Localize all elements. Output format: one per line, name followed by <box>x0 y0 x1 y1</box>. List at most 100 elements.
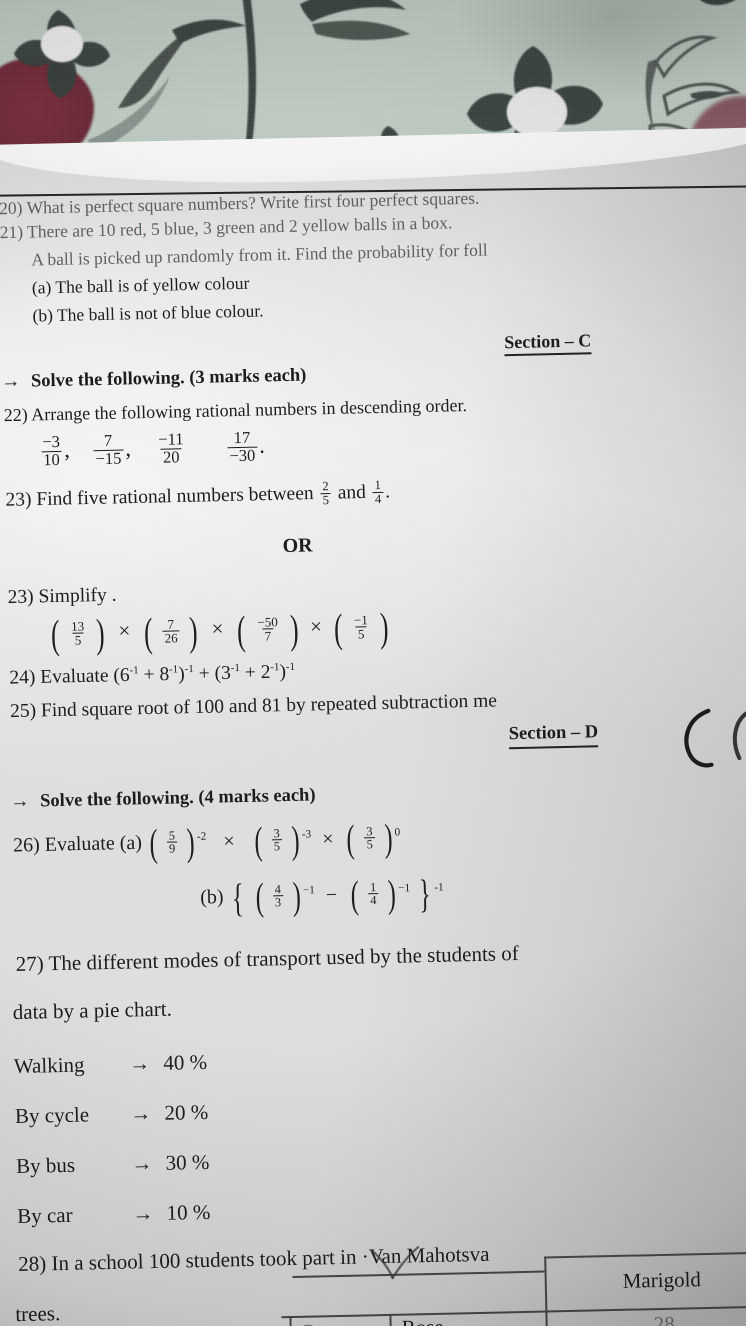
q26a-term-2: 3 5 <box>271 826 283 854</box>
transport-row-walking: Walking → 40 % <box>13 1050 208 1079</box>
paren-open-1: ( <box>50 611 61 657</box>
transport-label-bus: By bus <box>15 1152 76 1179</box>
transport-label-cycle: By cycle <box>14 1102 90 1129</box>
q27-number: 27) <box>15 951 44 977</box>
fraction-3: −11 20 <box>156 429 186 466</box>
transport-value-car: 10 % <box>166 1199 211 1225</box>
transport-row-bus: By bus → 30 % <box>15 1150 210 1179</box>
question-23: 23) Find five rational numbers between 2… <box>5 477 390 515</box>
q24-exp-4: -1 <box>230 662 240 675</box>
term-3: −50 7 <box>255 614 280 644</box>
q26b-paren-open-2: ( <box>350 873 360 917</box>
handwritten-pen-mark <box>684 708 746 768</box>
paren-open-3: ( <box>236 607 247 653</box>
q24-exp-3: -1 <box>184 663 194 676</box>
q26b-paren-close-1: ) <box>291 874 301 918</box>
fraction-3-numerator: −11 <box>158 429 184 449</box>
q26a-term-1-denominator: 9 <box>166 841 178 857</box>
q23-alt-expression: ( 13 5 ) × ( 7 26 ) × ( −50 7 ) × ( −1 5… <box>48 604 391 657</box>
fraction-2: 7 −15 <box>93 430 124 468</box>
q26a-term-3: 3 5 <box>364 824 375 852</box>
q26b-operator: − <box>325 883 338 906</box>
operator-3: × <box>309 614 323 639</box>
q26a-exp-3: 0 <box>394 826 401 839</box>
transport-label-walking: Walking <box>13 1052 85 1079</box>
operator-1: × <box>118 618 131 644</box>
paren-open-4: ( <box>333 605 343 651</box>
question-paper-content: 20) What is perfect square numbers? Writ… <box>0 0 746 1326</box>
paren-close-4: ) <box>379 604 389 650</box>
q26a-paren-close-2: ) <box>290 818 300 862</box>
q25-text: Find square root of 100 and 81 by repeat… <box>40 690 498 722</box>
section-d-instruction: → Solve the following. (4 marks each) <box>9 785 316 813</box>
q28-number: 28) <box>17 1251 47 1277</box>
q26b-term-2: 1 4 <box>368 880 379 908</box>
q24-exp-2: -1 <box>168 663 179 676</box>
table-cell-marigold: Marigold <box>622 1267 702 1293</box>
term-4: −1 5 <box>352 612 370 642</box>
term-4-denominator: 5 <box>355 626 367 642</box>
transport-arrow-cycle: → <box>129 1101 152 1126</box>
term-1-denominator: 5 <box>72 632 84 648</box>
fraction-4-denominator: −30 <box>227 445 258 465</box>
question-25: 25) Find square root of 100 and 81 by re… <box>10 690 498 722</box>
q23-number: 23) <box>5 489 32 511</box>
q23-fraction-b-numerator: 1 <box>374 477 382 493</box>
term-2: 7 26 <box>162 616 180 646</box>
q26a-paren-close-1: ) <box>186 820 196 865</box>
q26b-term-1: 4 3 <box>272 882 284 910</box>
q26a-term-3-numerator: 3 <box>366 824 373 839</box>
q26a-term-1: 5 9 <box>166 829 178 857</box>
fraction-1-numerator: −3 <box>42 431 61 452</box>
q22-fraction-list: −3 10 , 7 −15 , −11 20 17 −30 . <box>38 428 266 469</box>
instruction-arrow-c: → <box>0 370 21 393</box>
q24-number: 24) <box>9 667 36 689</box>
fraction-4-sep: . <box>258 432 266 458</box>
or-label: OR <box>282 534 313 558</box>
q26a-paren-open-1: ( <box>148 821 158 865</box>
term-3-numerator: −50 <box>257 614 278 630</box>
transport-row-cycle: By cycle → 20 % <box>14 1099 209 1129</box>
q24-lead: Evaluate (6 <box>40 664 130 688</box>
q26a-operator-1: × <box>223 829 235 852</box>
term-2-denominator: 26 <box>162 630 180 646</box>
q26b-exp-1: −1 <box>302 884 315 897</box>
operator-2: × <box>211 616 224 641</box>
q24-plus-3: + 2 <box>239 661 271 684</box>
transport-label-car: By car <box>16 1202 73 1229</box>
q26-number: 26) <box>12 833 40 857</box>
q23-fraction-a-numerator: 2 <box>322 479 329 494</box>
term-3-denominator: 7 <box>262 628 274 644</box>
section-c-heading: Section – C <box>504 330 592 357</box>
table-cell-partial-left: G <box>300 1320 316 1326</box>
paren-close-2: ) <box>188 608 199 654</box>
q26b-brace-open: { <box>231 874 245 921</box>
question-24: 24) Evaluate (6-1 + 8-1)-1 + (3-1 + 2-1)… <box>9 661 295 689</box>
transport-arrow-walking: → <box>128 1051 151 1076</box>
q23-fraction-b: 1 4 <box>372 477 384 506</box>
q26a-paren-open-3: ( <box>346 817 356 861</box>
question-26-part-b: (b) { ( 4 3 ) −1 − ( 1 4 ) −1 } -1 <box>200 871 444 921</box>
fraction-2-numerator: 7 <box>103 430 113 450</box>
q28-line-2: trees. <box>15 1301 61 1326</box>
bottom-table-fragment: Rose Marigold 28 G <box>280 1243 746 1326</box>
q26b-term-2-denominator: 4 <box>368 893 379 908</box>
fraction-1: −3 10 <box>40 431 62 469</box>
transport-row-car: By car → 10 % <box>16 1199 211 1229</box>
q26a-term-2-numerator: 3 <box>273 826 280 841</box>
q23-alt-number: 23) <box>7 586 34 609</box>
q27-line-1-text: The different modes of transport used by… <box>48 941 519 976</box>
section-d-heading: Section – D <box>509 722 599 749</box>
q24-plus-2: + (3 <box>193 662 232 685</box>
term-1-numerator: 13 <box>71 618 85 634</box>
transport-value-cycle: 20 % <box>164 1099 209 1125</box>
transport-arrow-bus: → <box>131 1151 153 1176</box>
q26a-exp-1: -2 <box>196 830 207 843</box>
q23-text-middle: and <box>337 481 367 504</box>
paren-close-1: ) <box>95 610 106 656</box>
q23-fraction-a-denominator: 5 <box>320 492 332 507</box>
q26b-term-1-numerator: 4 <box>274 882 281 897</box>
term-1: 13 5 <box>69 618 87 648</box>
instruction-arrow-d: → <box>9 790 30 813</box>
term-4-numerator: −1 <box>353 612 368 628</box>
